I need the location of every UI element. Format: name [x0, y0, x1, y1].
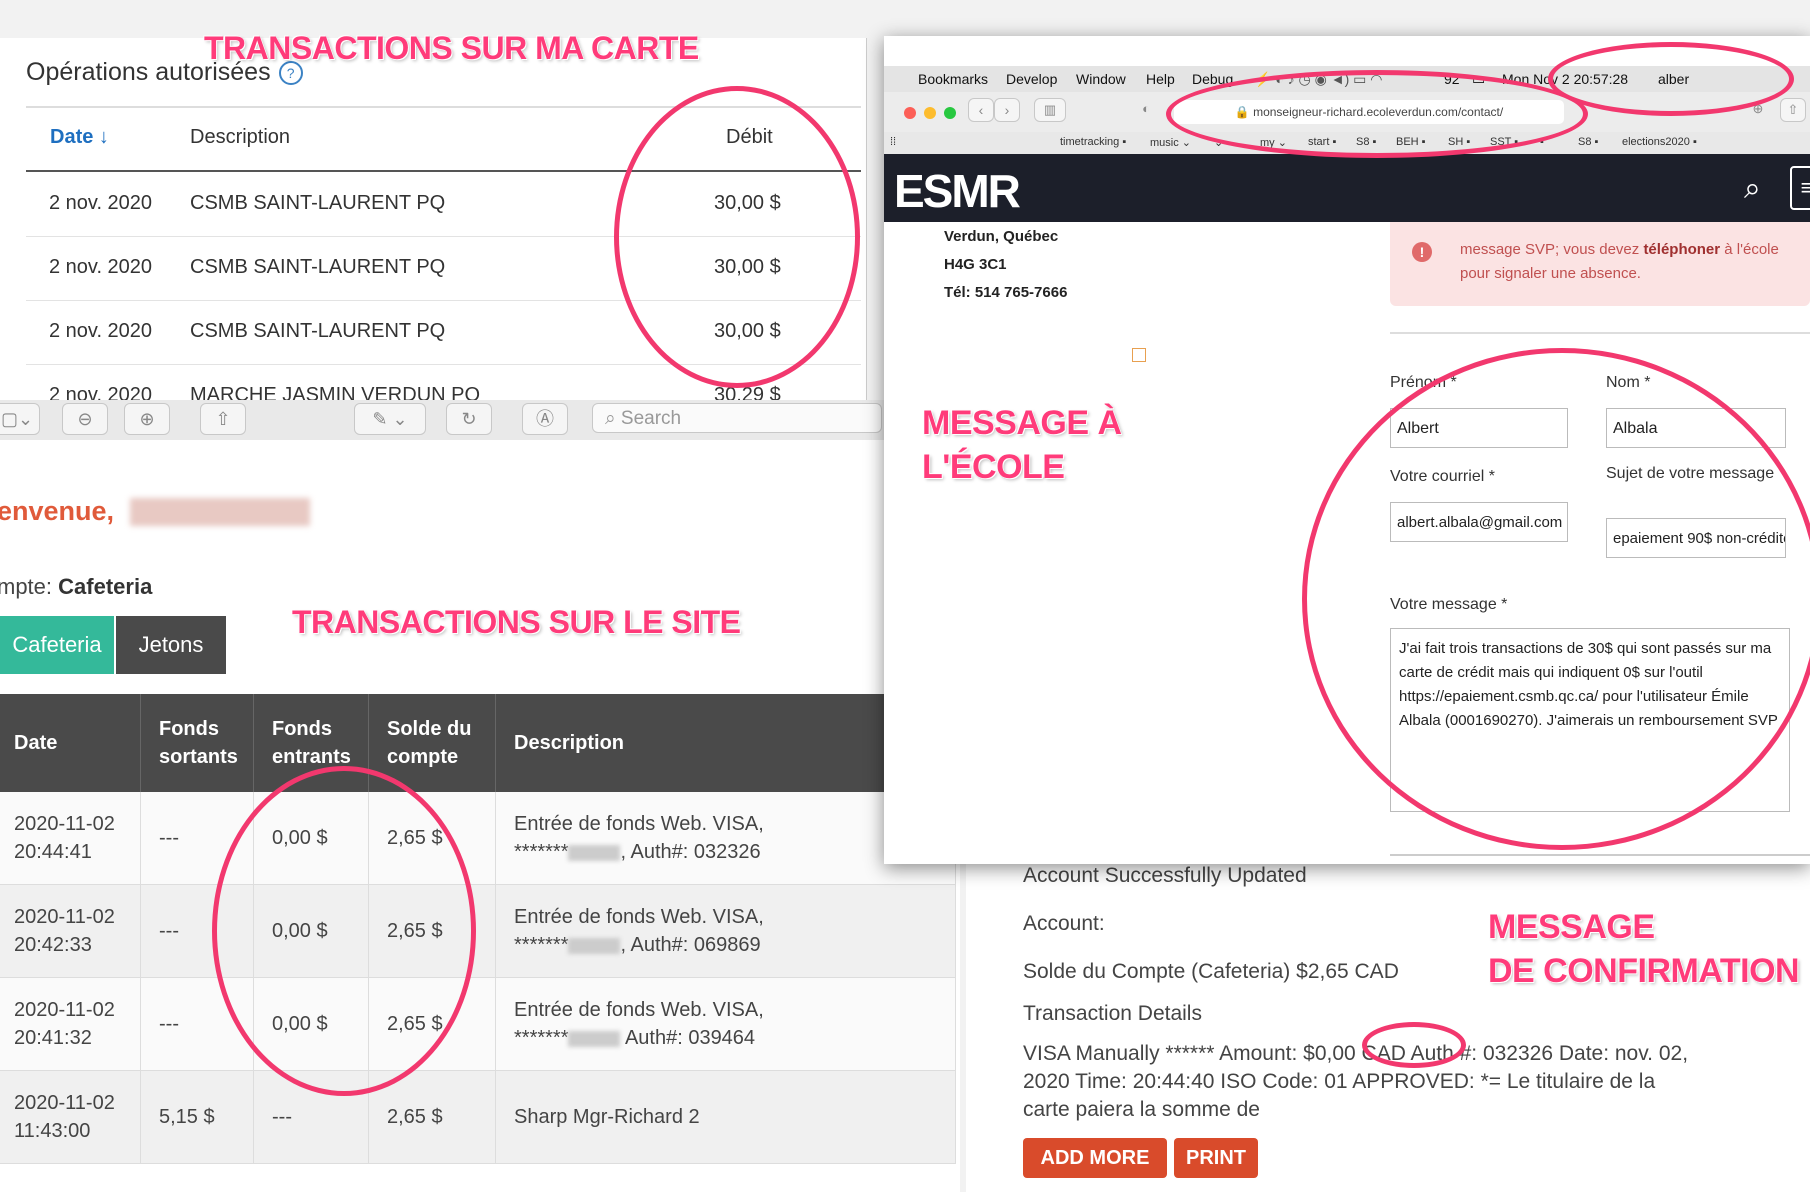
table-row: 2020-11-02 20:42:33 --- 0,00 $ 2,65 $ Ent… [0, 884, 956, 978]
site-header: ESMR ⌕ ≡ [884, 154, 1810, 222]
forward-icon[interactable]: › [994, 98, 1020, 122]
rotate-icon[interactable]: ↻ [446, 403, 492, 435]
column-header-date[interactable]: Date ↓ [50, 126, 109, 149]
preview-toolbar: ▢⌄ ⊖ ⊕ ⇧ ✎ ⌄ ↻ Ⓐ ⌕ Search [0, 400, 890, 441]
school-postal: H4G 3C1 [944, 256, 1007, 273]
menu-item-help[interactable]: Help [1146, 71, 1175, 87]
highlight-ring-url [1166, 70, 1588, 158]
close-window-button[interactable] [904, 107, 916, 119]
school-phone: Tél: 514 765-7666 [944, 284, 1068, 301]
zoom-in-icon[interactable]: ⊕ [124, 403, 170, 435]
account-line: mpte: Cafeteria [0, 574, 153, 599]
print-button[interactable]: PRINT [1174, 1138, 1258, 1178]
welcome-heading: envenue, [0, 496, 115, 526]
annotation-confirm-1: MESSAGE [1488, 908, 1655, 946]
maximize-window-button[interactable] [944, 107, 956, 119]
annotation-site: TRANSACTIONS SUR LE SITE [292, 604, 741, 640]
redacted-card [568, 844, 621, 861]
esmr-logo[interactable]: ESMR [894, 164, 1021, 218]
add-more-button[interactable]: ADD MORE [1023, 1138, 1167, 1178]
zoom-out-icon[interactable]: ⊖ [62, 403, 108, 435]
transaction-details-label: Transaction Details [1023, 1002, 1202, 1025]
annotation-school-2: L'ÉCOLE [922, 448, 1065, 486]
back-icon[interactable]: ‹ [968, 98, 994, 122]
sidebar-icon[interactable]: ▥ [1034, 98, 1066, 122]
markup-pen-icon[interactable]: ✎ ⌄ [354, 403, 426, 435]
column-header-description: Description [190, 126, 291, 148]
school-city: Verdun, Québec [944, 228, 1059, 245]
confirmation-status: Account Successfully Updated [1023, 864, 1307, 887]
table-row: 2020-11-02 11:43:00 5,15 $ --- 2,65 $ Sha… [0, 1070, 956, 1164]
favorite-link[interactable]: music ⌄ [1150, 136, 1191, 149]
menu-item-window[interactable]: Window [1076, 71, 1126, 87]
divider [1390, 332, 1810, 334]
column-header: Fonds sortants [140, 694, 254, 792]
transaction-details: VISA Manually ****** Amount: $0,00 CAD A… [1023, 1042, 1689, 1121]
alert-text: message SVP; vous devez téléphoner à l'é… [1460, 241, 1779, 282]
favorite-link[interactable]: elections2020 ▪ [1622, 136, 1697, 148]
placeholder-image-icon [1132, 348, 1146, 362]
redacted-card [568, 937, 621, 954]
info-icon: ! [1412, 242, 1432, 262]
minimize-window-button[interactable] [924, 107, 936, 119]
favorite-link[interactable]: timetracking ▪ [1060, 136, 1126, 148]
search-input[interactable]: ⌕ Search [592, 403, 882, 433]
column-header: Date [0, 694, 141, 792]
table-row: 2020-11-02 20:44:41 --- 0,00 $ 2,65 $ Ent… [0, 792, 956, 885]
highlight-ring-form [1302, 348, 1810, 850]
grid-icon[interactable]: ⁞⁞ [890, 136, 896, 148]
privacy-icon[interactable]: ◐ [1134, 98, 1158, 120]
confirmation-panel: Account Successfully Updated Account: So… [966, 848, 1810, 1192]
highlight-ring-site-amounts [212, 766, 476, 1096]
tab-jetons[interactable]: Jetons [116, 616, 226, 674]
menu-item-bookmarks[interactable]: Bookmarks [918, 71, 988, 87]
annotation-school-1: MESSAGE À [922, 404, 1122, 442]
table-header-row: Date Fonds sortants Fonds entrants Solde… [0, 694, 956, 792]
highlight-ring-amount [1362, 1022, 1466, 1068]
site-transactions-table: Date Fonds sortants Fonds entrants Solde… [0, 694, 956, 1164]
table-row: 2020-11-02 20:41:32 --- 0,00 $ 2,65 $ Ent… [0, 977, 956, 1071]
share-icon[interactable]: ⇧ [1780, 98, 1806, 122]
sidebar-toggle-button[interactable]: ▢⌄ [0, 403, 40, 435]
highlight-ring-clock [1548, 42, 1794, 116]
school-account-page: envenue, mpte: Cafeteria Jetons Cafeteri… [0, 440, 960, 1192]
absence-alert: ! message SVP; vous devez téléphoner à l… [1390, 222, 1810, 306]
share-icon[interactable]: ⇧ [200, 403, 246, 435]
account-label: Account: [1023, 912, 1105, 935]
highlight-ring-debits [614, 86, 860, 388]
annotation-confirm-2: DE CONFIRMATION [1488, 952, 1800, 990]
redacted-card [568, 1030, 621, 1047]
menu-item-develop[interactable]: Develop [1006, 71, 1057, 87]
annotate-icon[interactable]: Ⓐ [522, 403, 568, 435]
account-balance: Solde du Compte (Cafeteria) $2,65 CAD [1023, 960, 1399, 983]
redacted-name [130, 498, 310, 526]
divider [1390, 854, 1810, 856]
tab-cafeteria[interactable]: Cafeteria [0, 616, 114, 674]
menu-icon[interactable]: ≡ [1790, 166, 1810, 210]
search-icon[interactable]: ⌕ [1744, 172, 1761, 206]
favorite-link[interactable]: S8 ▪ [1578, 136, 1598, 148]
annotation-card: TRANSACTIONS SUR MA CARTE [204, 30, 699, 66]
